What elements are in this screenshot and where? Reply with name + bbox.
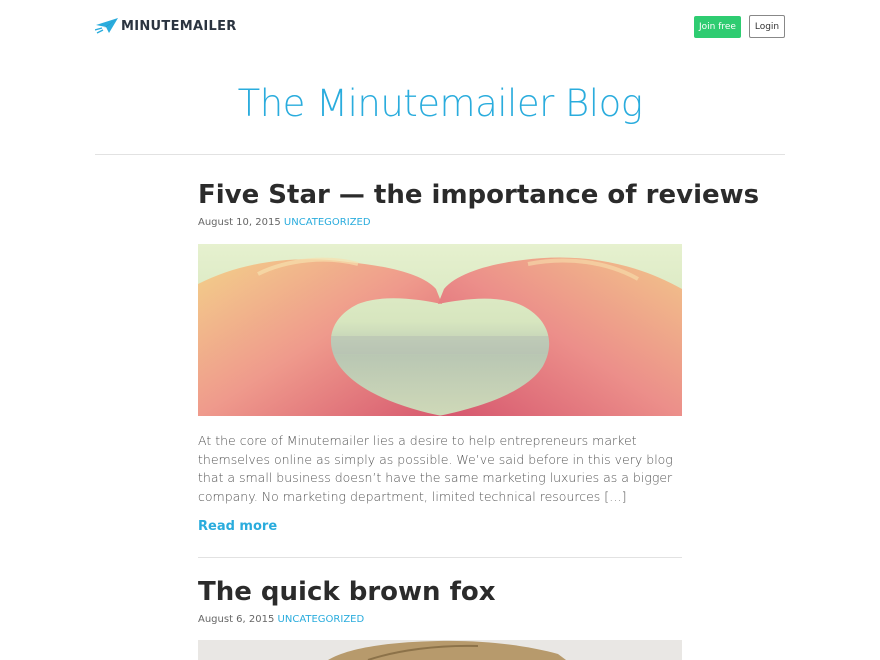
read-more-link[interactable]: Read more (198, 519, 277, 534)
post-title-link[interactable]: Five Star — the importance of reviews (198, 180, 759, 210)
post-meta: August 10, 2015 UNCATEGORIZED (198, 217, 371, 228)
post-category-link[interactable]: UNCATEGORIZED (284, 217, 371, 228)
post-date: August 6, 2015 (198, 614, 275, 625)
post-title-link[interactable]: The quick brown fox (198, 577, 496, 607)
brand-name: MINUTEMAILER (121, 18, 237, 34)
join-free-button[interactable]: Join free (694, 16, 741, 38)
post-excerpt: At the core of Minutemailer lies a desir… (198, 433, 673, 504)
post-featured-image[interactable] (198, 244, 682, 416)
post-meta: August 6, 2015 UNCATEGORIZED (198, 614, 364, 625)
site-header: MINUTEMAILER Join free Login (95, 15, 785, 39)
fox-image (198, 640, 682, 660)
logo[interactable]: MINUTEMAILER (95, 17, 237, 35)
post-date: August 10, 2015 (198, 217, 281, 228)
post-category-link[interactable]: UNCATEGORIZED (278, 614, 365, 625)
login-button[interactable]: Login (749, 15, 785, 38)
post-featured-image[interactable] (198, 640, 682, 660)
divider (198, 557, 682, 558)
paper-plane-icon (95, 18, 118, 34)
divider (95, 154, 785, 155)
page-title: The Minutemailer Blog (237, 82, 643, 125)
heart-hands-image (198, 244, 682, 416)
